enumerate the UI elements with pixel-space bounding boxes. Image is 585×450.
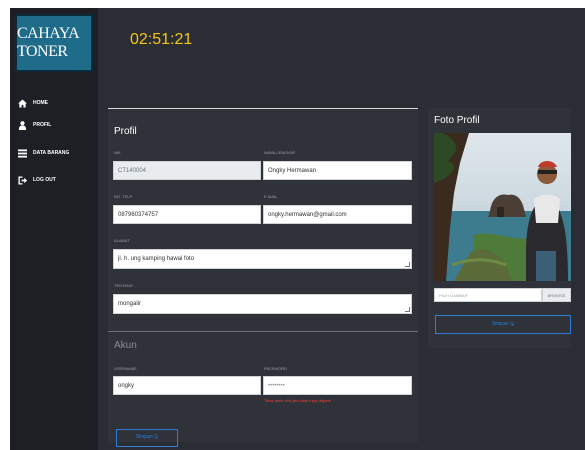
username-label: USERNAME — [114, 366, 137, 371]
photo-panel: Foto Profil PILIH GAMBAR BROWSE Simpan 🖫 — [428, 108, 571, 348]
list-icon — [18, 148, 27, 158]
home-icon — [18, 98, 27, 108]
password-field[interactable]: •••••••• — [263, 376, 412, 395]
profile-panel: Profil NIK CT140004 NAMA LENGKAP Ongky H… — [108, 108, 418, 447]
name-label: NAMA LENGKAP — [264, 150, 296, 155]
password-note: Tidak perlu diisi jika tidak ingin digan… — [264, 398, 331, 403]
address-value: jl. h. ung kamping hawai foto — [118, 256, 195, 262]
resize-grip-icon[interactable] — [405, 307, 410, 312]
about-label: TENTANG — [114, 283, 133, 288]
sidebar-item-home[interactable]: HOME — [18, 95, 48, 111]
sidebar-item-logout[interactable]: LOG OUT — [18, 172, 56, 188]
profile-photo — [434, 133, 571, 281]
sidebar-item-label: LOG OUT — [33, 177, 56, 183]
about-value: mongalir — [118, 301, 142, 307]
name-field[interactable]: Ongky Hermawan — [263, 161, 412, 180]
divider — [108, 331, 418, 332]
file-input[interactable]: PILIH GAMBAR — [434, 288, 542, 302]
password-label: PASSWORD — [264, 366, 288, 371]
browse-button[interactable]: BROWSE — [542, 288, 571, 302]
photo-title: Foto Profil — [434, 115, 480, 126]
account-title: Akun — [114, 340, 137, 351]
address-textarea[interactable]: jl. h. ung kamping hawai foto — [113, 249, 412, 269]
save-account-button[interactable]: Simpan 🖫 — [116, 429, 178, 447]
clock: 02:51:21 — [130, 31, 193, 48]
email-field[interactable]: ongky.hermawan@gmail.com — [263, 205, 412, 224]
sidebar-item-profil[interactable]: PROFIL — [18, 117, 51, 133]
save-photo-button[interactable]: Simpan 🖫 — [435, 315, 571, 334]
user-icon — [18, 120, 27, 130]
nik-label: NIK — [114, 150, 121, 155]
nik-field: CT140004 — [113, 161, 261, 180]
logout-icon — [18, 175, 27, 185]
logo: CAHAYA TONER — [15, 14, 93, 72]
phone-label: NO. TELP — [114, 194, 133, 199]
email-label: E-MAIL — [264, 194, 278, 199]
sidebar-item-label: PROFIL — [33, 122, 52, 128]
sidebar-item-data-barang[interactable]: DATA BARANG — [18, 145, 69, 161]
username-field[interactable]: ongky — [113, 376, 261, 395]
profile-title: Profil — [114, 126, 137, 137]
sidebar-item-label: DATA BARANG — [33, 150, 70, 156]
sidebar-item-label: HOME — [33, 100, 48, 106]
address-label: ALAMAT — [114, 238, 130, 243]
sidebar: CAHAYA TONER HOME PROFIL DATA BARANG LOG… — [10, 8, 98, 450]
about-textarea[interactable]: mongalir — [113, 294, 412, 314]
phone-field[interactable]: 087960374757 — [113, 205, 261, 224]
resize-grip-icon[interactable] — [405, 262, 410, 267]
logo-text: CAHAYA TONER — [17, 25, 79, 60]
